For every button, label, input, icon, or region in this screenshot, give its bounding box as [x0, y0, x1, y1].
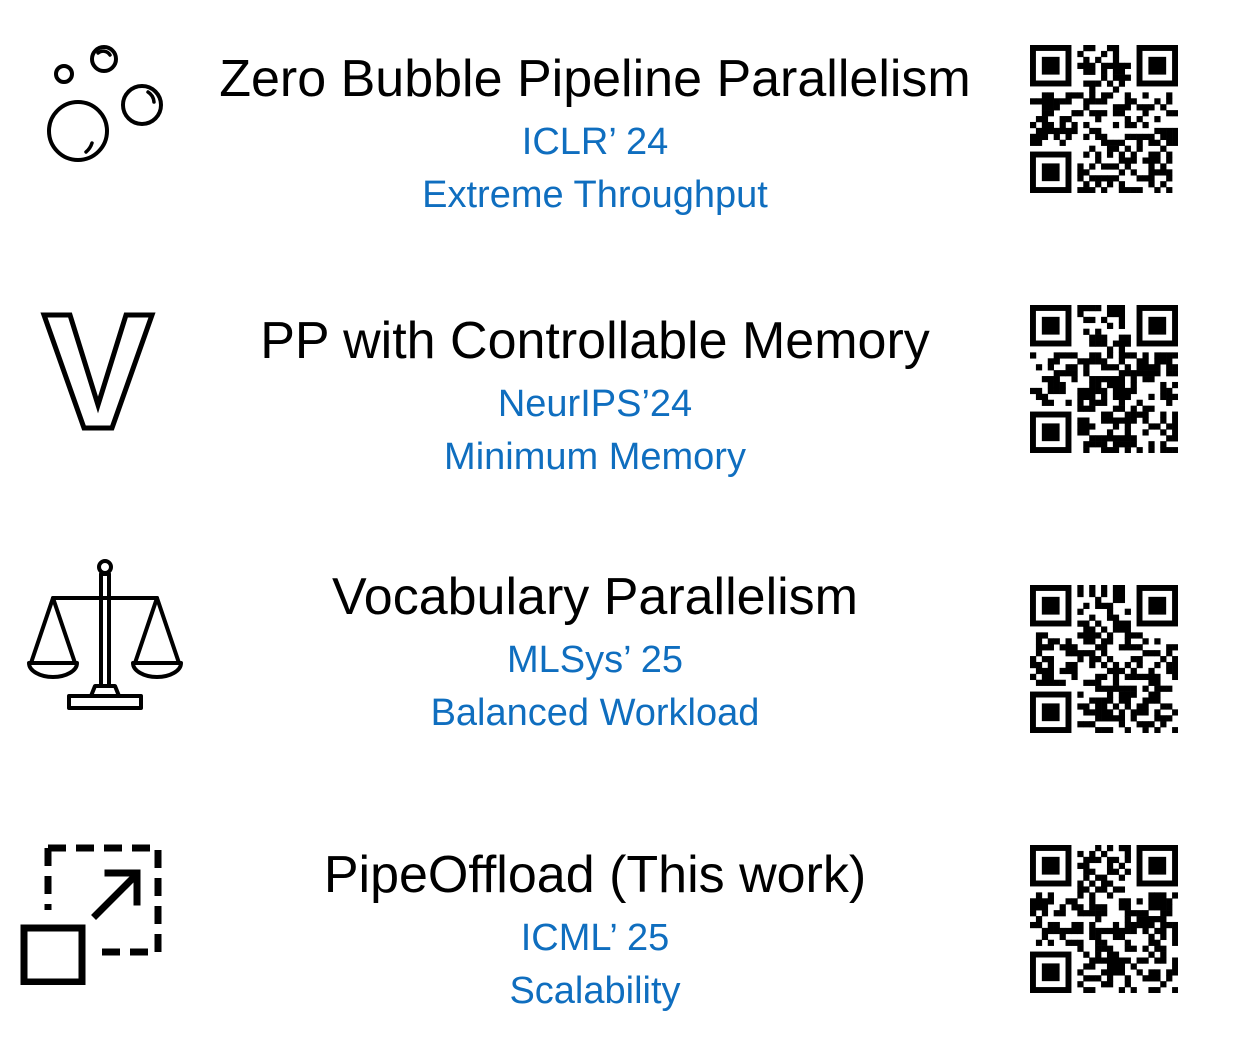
paper-title: PipeOffload (This work) — [323, 846, 867, 904]
bubbles-icon — [47, 45, 163, 162]
v-letter-icon — [40, 312, 156, 431]
paper-venue: MLSys’ 25 — [507, 639, 683, 681]
expand-offload-icon — [20, 844, 162, 985]
paper-row-vocabulary-parallelism: Vocabulary Parallelism MLSys’ 25 Balance… — [0, 520, 1238, 770]
qr-code-pipeoffload[interactable] — [1030, 845, 1178, 993]
balance-scale-icon — [27, 559, 183, 710]
qr-code-controllable-memory[interactable] — [1030, 305, 1178, 453]
paper-title: Zero Bubble Pipeline Parallelism — [219, 50, 971, 108]
paper-row-pipeoffload: PipeOffload (This work) ICML’ 25 Scalabi… — [0, 790, 1238, 1052]
paper-tagline: Balanced Workload — [430, 692, 760, 734]
paper-row-zero-bubble: Zero Bubble Pipeline Parallelism ICLR’ 2… — [0, 0, 1238, 250]
paper-venue: ICML’ 25 — [520, 917, 670, 959]
paper-tagline: Minimum Memory — [444, 436, 746, 478]
qr-code-zero-bubble[interactable] — [1030, 45, 1178, 193]
qr-code-vocabulary-parallelism[interactable] — [1030, 585, 1178, 733]
paper-title: Vocabulary Parallelism — [331, 568, 859, 626]
paper-tagline: Extreme Throughput — [422, 174, 768, 216]
paper-venue: NeurIPS’24 — [497, 383, 693, 425]
paper-venue: ICLR’ 24 — [521, 121, 669, 163]
paper-row-controllable-memory: PP with Controllable Memory NeurIPS’24 M… — [0, 260, 1238, 510]
paper-tagline: Scalability — [509, 970, 681, 1012]
paper-title: PP with Controllable Memory — [260, 312, 930, 370]
